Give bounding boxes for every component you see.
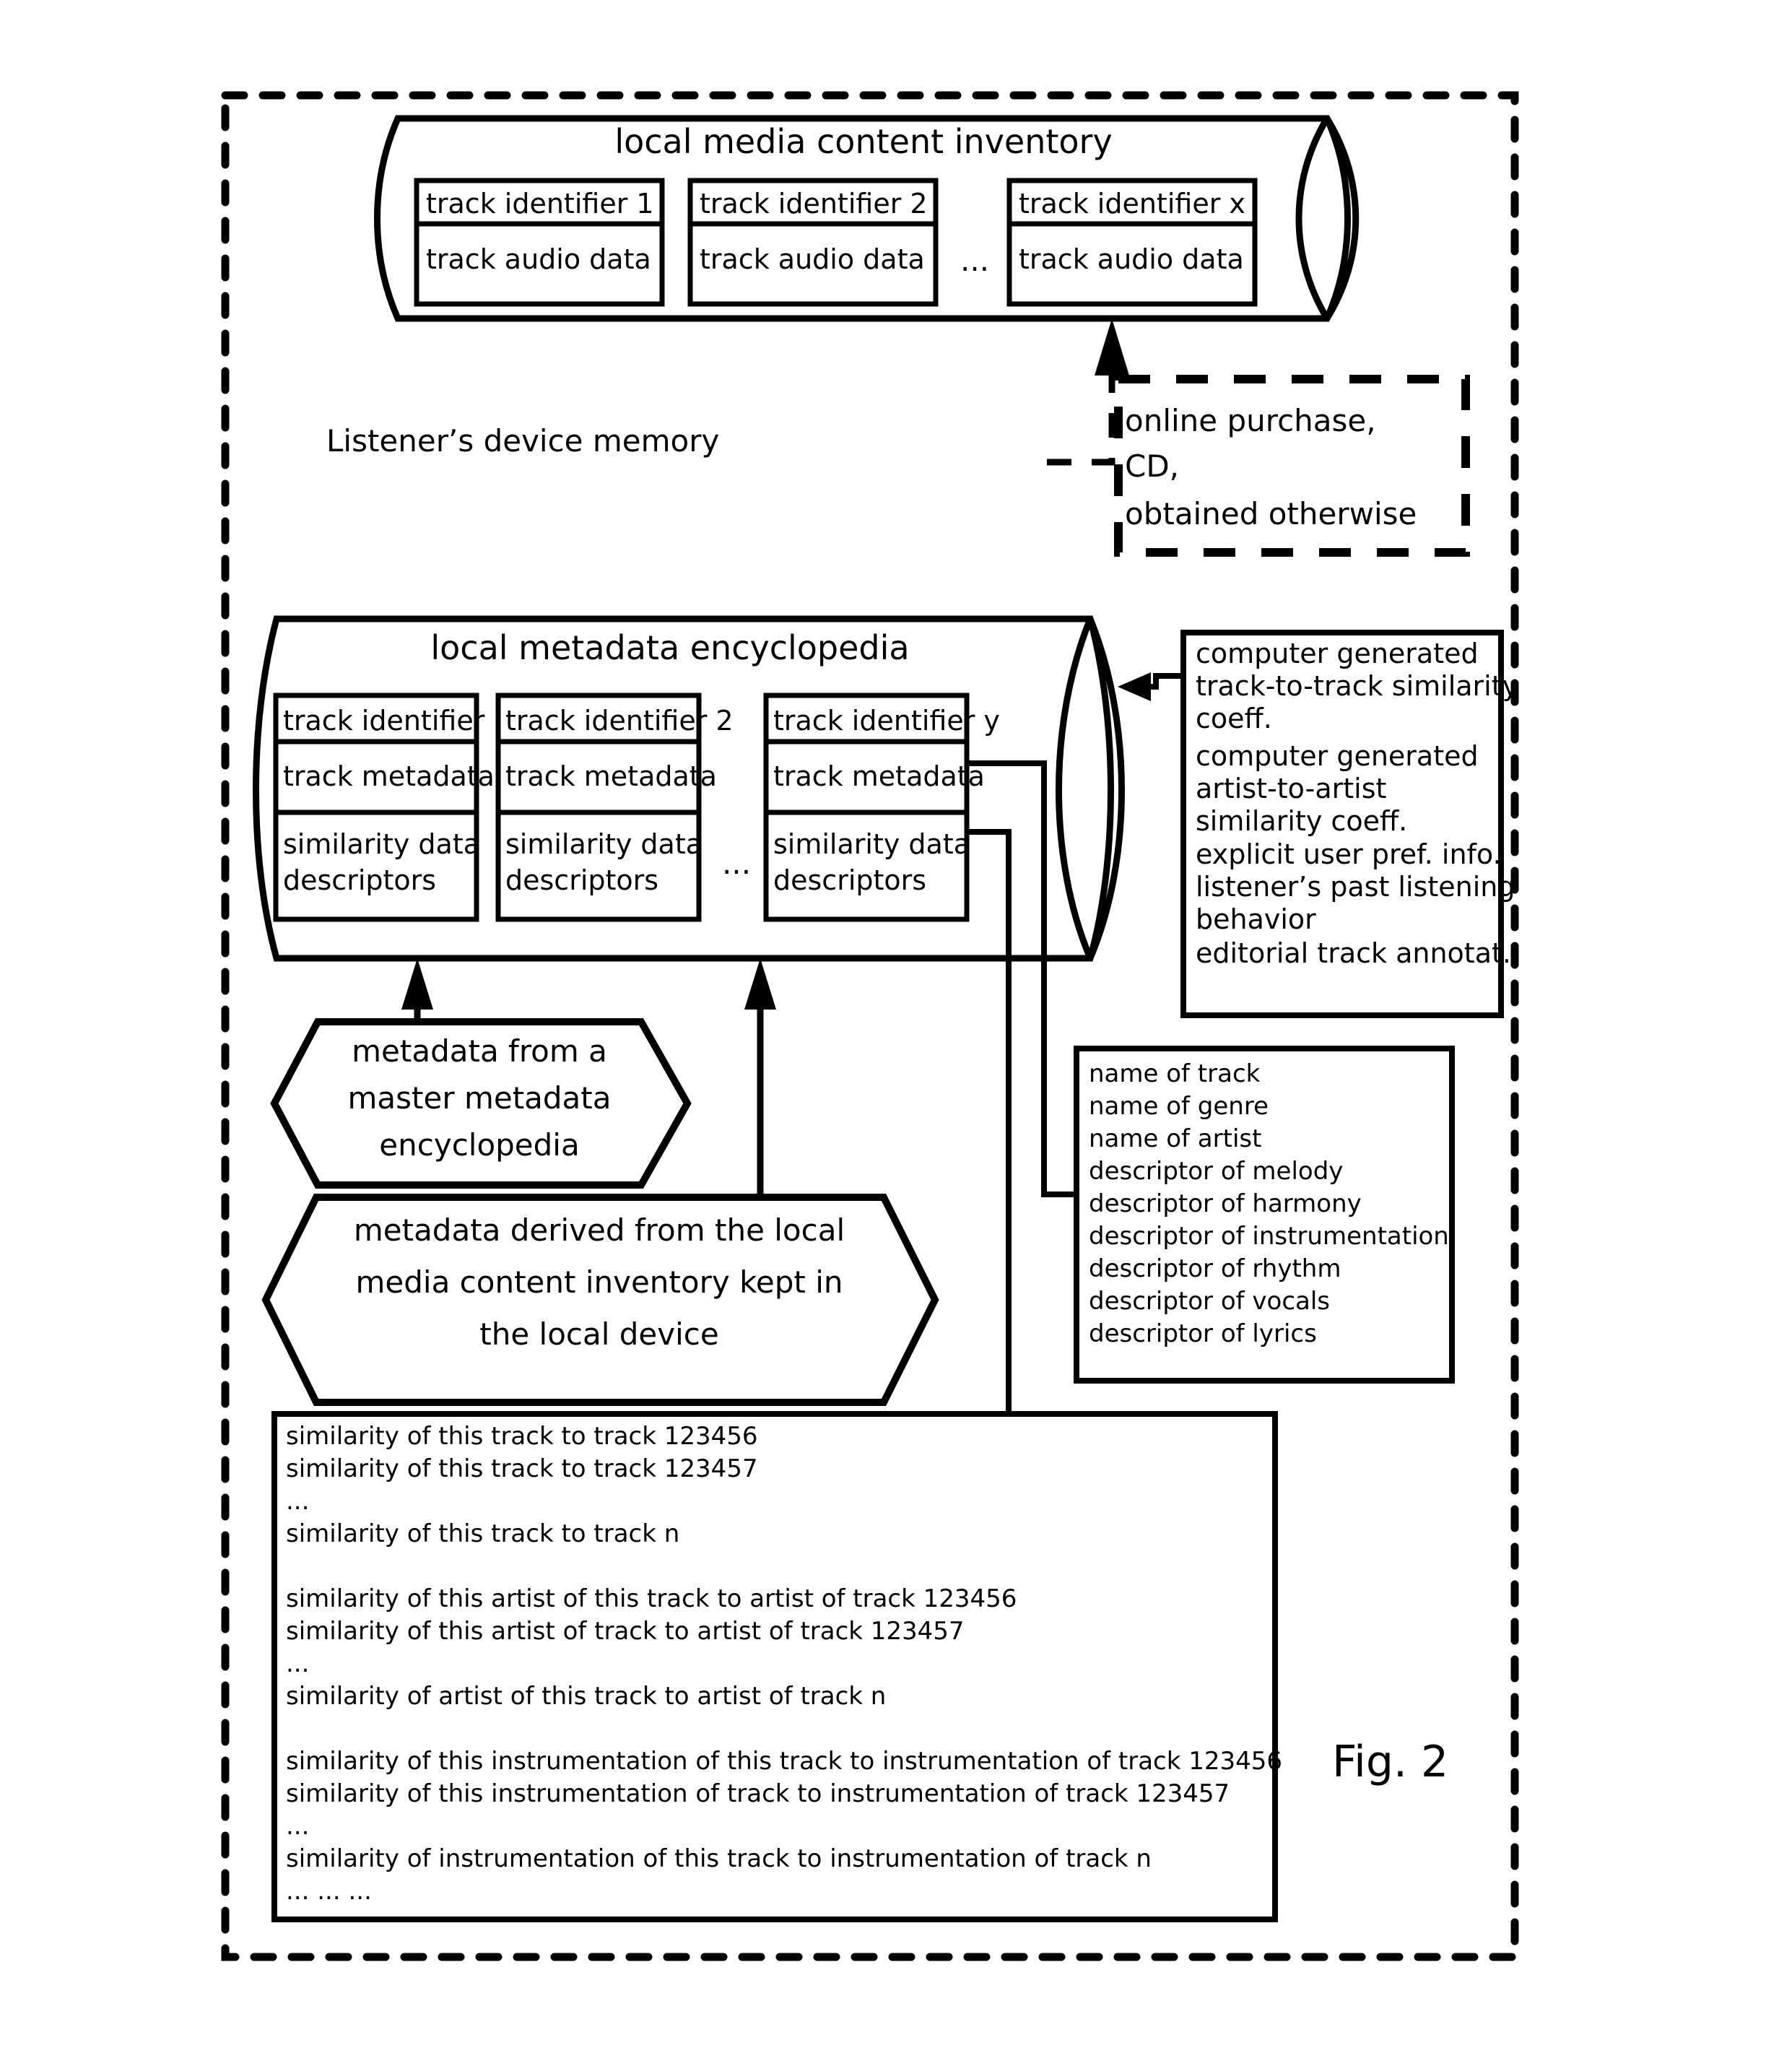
track-metadata-line-4: descriptor of melody: [1089, 1157, 1343, 1186]
similarity-descriptors-line-1: similarity of this track to track 123456: [286, 1422, 758, 1451]
similarity-descriptors-line-4: similarity of this track to track n: [286, 1519, 679, 1548]
media-record-x-identifier: track identifier x: [1019, 188, 1245, 220]
acquisition-arrowhead: [1095, 318, 1129, 376]
similarity-sources-line-1: computer generated: [1196, 638, 1479, 669]
figure-canvas: local media content inventory track iden…: [0, 0, 1792, 2066]
metadata-record-y-similarity-line-1: similarity data: [773, 828, 970, 860]
hexagon-master-line-2: master metadata: [347, 1080, 611, 1116]
hexagon-master-arrowhead: [401, 958, 433, 1010]
similarity-sources-line-3: coeff.: [1196, 703, 1272, 734]
similarity-sources-line-9: behavior: [1196, 903, 1316, 935]
similarity-descriptors-line-2: similarity of this track to track 123457: [286, 1454, 758, 1483]
similarity-sources-line-10: editorial track annotat.: [1196, 937, 1511, 969]
similarity-descriptors-line-13: ...: [286, 1812, 309, 1841]
similarity-descriptors-line-6: similarity of this artist of this track …: [286, 1584, 1017, 1613]
track-metadata-line-7: descriptor of rhythm: [1089, 1254, 1341, 1283]
similarity-descriptors-line-9: similarity of artist of this track to ar…: [286, 1682, 886, 1711]
similarity-sources-arrowhead: [1118, 672, 1151, 701]
hexagon-local-line-3: the local device: [479, 1316, 718, 1352]
media-record-x-payload: track audio data: [1019, 243, 1244, 275]
metadata-record-1-similarity-line-2: descriptors: [283, 864, 436, 896]
acquisition-note-line-3: obtained otherwise: [1125, 496, 1417, 531]
similarity-descriptors-callout-box: [271, 1411, 1278, 1922]
similarity-sources-line-2: track-to-track similarity: [1196, 670, 1518, 702]
media-record-2-payload: track audio data: [700, 243, 925, 275]
track-metadata-line-6: descriptor of instrumentation: [1089, 1222, 1449, 1251]
metadata-record-y-similarity-line-2: descriptors: [773, 864, 926, 896]
hexagon-local-arrowhead: [744, 958, 776, 1010]
track-metadata-line-5: descriptor of harmony: [1089, 1189, 1362, 1218]
media-record-1-payload: track audio data: [426, 243, 651, 275]
metadata-record-2-identifier: track identifier 2: [505, 705, 734, 737]
similarity-descriptors-line-11: similarity of this instrumentation of th…: [286, 1747, 1282, 1776]
similarity-sources-line-6: similarity coeff.: [1196, 805, 1407, 837]
hexagon-master-line-1: metadata from a: [352, 1033, 607, 1069]
media-inventory-title: local media content inventory: [614, 122, 1112, 161]
acquisition-note-line-2: CD,: [1125, 448, 1179, 484]
metadata-record-y-metadata: track metadata: [773, 760, 985, 792]
metadata-record-y-identifier: track identifier y: [773, 705, 1000, 737]
hexagon-local-line-1: metadata derived from the local: [354, 1212, 845, 1248]
metadata-record-1-identifier: track identifier 1: [283, 705, 511, 737]
track-metadata-line-9: descriptor of lyrics: [1089, 1319, 1317, 1348]
similarity-sources-line-4: computer generated: [1196, 740, 1479, 772]
similarity-descriptors-line-15: ... ... ...: [286, 1877, 372, 1906]
metadata-encyclopedia-title: local metadata encyclopedia: [430, 628, 909, 667]
metadata-encyclopedia-ellipsis: ...: [722, 846, 751, 881]
similarity-descriptors-line-7: similarity of this artist of track to ar…: [286, 1617, 965, 1646]
track-metadata-line-3: name of artist: [1089, 1124, 1261, 1153]
track-metadata-line-2: name of genre: [1089, 1092, 1269, 1121]
acquisition-note-line-1: online purchase,: [1125, 403, 1376, 438]
media-record-1-identifier: track identifier 1: [426, 188, 654, 220]
similarity-descriptors-line-3: ...: [286, 1487, 309, 1516]
similarity-descriptors-line-12: similarity of this instrumentation of tr…: [286, 1779, 1230, 1808]
device-memory-label: Listener’s device memory: [326, 423, 719, 459]
track-metadata-line-8: descriptor of vocals: [1089, 1287, 1330, 1316]
hexagon-local-line-2: media content inventory kept in: [356, 1264, 843, 1300]
similarity-sources-line-7: explicit user pref. info.: [1196, 838, 1502, 870]
hexagon-master-line-3: encyclopedia: [379, 1127, 579, 1163]
similarity-descriptors-line-14: similarity of instrumentation of this tr…: [286, 1844, 1152, 1873]
similarity-descriptors-line-8: ...: [286, 1649, 309, 1678]
figure-2-diagram: local media content inventory track iden…: [221, 91, 1519, 1961]
metadata-record-2-similarity-line-1: similarity data: [505, 828, 703, 860]
similarity-sources-line-8: listener’s past listening: [1196, 871, 1515, 903]
media-record-2-identifier: track identifier 2: [700, 188, 928, 220]
media-inventory-ellipsis: ...: [960, 243, 989, 278]
acquisition-dashed-connector: [1047, 370, 1115, 466]
track-metadata-line-1: name of track: [1089, 1059, 1261, 1088]
metadata-record-1-metadata: track metadata: [283, 760, 495, 792]
figure-label: Fig. 2: [1332, 1737, 1448, 1787]
metadata-record-1-similarity-line-1: similarity data: [283, 828, 480, 860]
metadata-record-2-metadata: track metadata: [505, 760, 717, 792]
metadata-record-2-similarity-line-2: descriptors: [505, 864, 658, 896]
similarity-sources-line-5: artist-to-artist: [1196, 773, 1386, 804]
